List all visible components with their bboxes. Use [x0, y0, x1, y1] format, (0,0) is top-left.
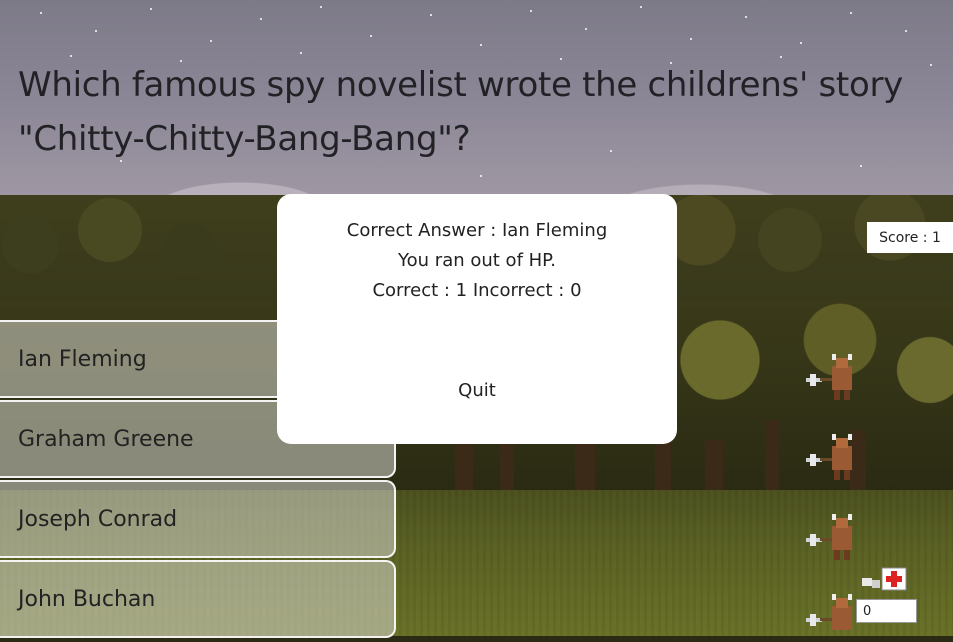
first-aid-icon: [862, 567, 907, 591]
quit-button[interactable]: Quit: [427, 372, 527, 408]
minotaur-axe-icon: [806, 594, 852, 630]
question-text: Which famous spy novelist wrote the chil…: [18, 65, 903, 159]
score-display: Score : 1: [867, 222, 953, 253]
hp-input[interactable]: [856, 599, 917, 623]
answer-option-3[interactable]: Joseph Conrad: [0, 480, 396, 558]
hp-message: You ran out of HP.: [398, 250, 556, 271]
minotaur-axe-icon: [806, 434, 852, 480]
answer-option-4[interactable]: John Buchan: [0, 560, 396, 638]
correct-answer-text: Correct Answer : Ian Fleming: [346, 220, 608, 241]
tally-text: Correct : 1 Incorrect : 0: [372, 280, 582, 301]
game-over-dialog: Correct Answer : Ian Fleming You ran out…: [277, 194, 677, 444]
minotaur-axe-icon: [806, 354, 852, 400]
minotaur-axe-icon: [806, 514, 852, 560]
